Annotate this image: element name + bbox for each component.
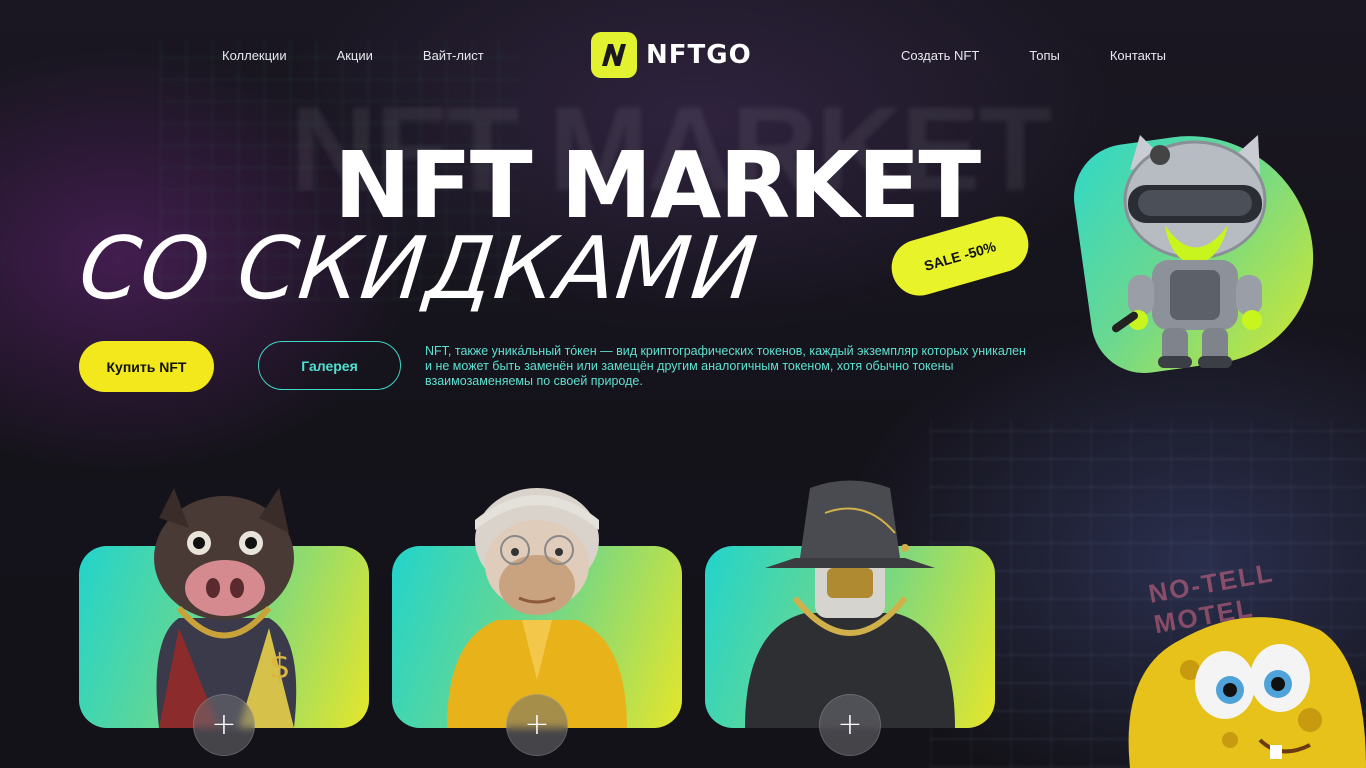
astronaut-cat-figure bbox=[1111, 135, 1267, 368]
sponge-character bbox=[1128, 617, 1366, 768]
nav-link-whitelist[interactable]: Вайт-лист bbox=[423, 48, 484, 63]
nav-link-promotions[interactable]: Акции bbox=[337, 48, 373, 63]
nft-card-masked[interactable]: + bbox=[705, 480, 995, 756]
svg-text:$: $ bbox=[269, 647, 291, 687]
nav-link-create-nft[interactable]: Создать NFT bbox=[901, 48, 979, 63]
nft-card-ape[interactable]: + bbox=[392, 488, 682, 756]
gallery-button[interactable]: Галерея bbox=[258, 341, 401, 390]
ape-character-image bbox=[447, 488, 627, 728]
add-boar-button[interactable]: + bbox=[193, 694, 255, 756]
buy-nft-button[interactable]: Купить NFT bbox=[79, 341, 214, 392]
nft-card-boar[interactable]: $ + bbox=[79, 488, 369, 756]
logo[interactable]: NFTGO bbox=[591, 32, 752, 78]
add-masked-button[interactable]: + bbox=[819, 694, 881, 756]
hero-description: NFT, также уника́льный то́кен — вид крип… bbox=[425, 344, 1026, 388]
plus-icon: + bbox=[524, 707, 550, 742]
nav-link-collections[interactable]: Коллекции bbox=[222, 48, 287, 63]
n-letter-icon bbox=[591, 32, 637, 78]
nav-right: Создать NFT Топы Контакты bbox=[901, 48, 1166, 63]
nav-link-tops[interactable]: Топы bbox=[1029, 48, 1060, 63]
masked-character-image bbox=[745, 480, 955, 728]
plus-icon: + bbox=[837, 707, 863, 742]
boar-character-image: $ bbox=[154, 488, 297, 728]
nav-link-contacts[interactable]: Контакты bbox=[1110, 48, 1166, 63]
logo-text: NFTGO bbox=[646, 40, 752, 70]
plus-icon: + bbox=[211, 707, 237, 742]
hero-title-line2: СО СКИДКАМИ bbox=[74, 219, 763, 319]
add-ape-button[interactable]: + bbox=[506, 694, 568, 756]
nav-left: Коллекции Акции Вайт-лист bbox=[222, 48, 484, 63]
